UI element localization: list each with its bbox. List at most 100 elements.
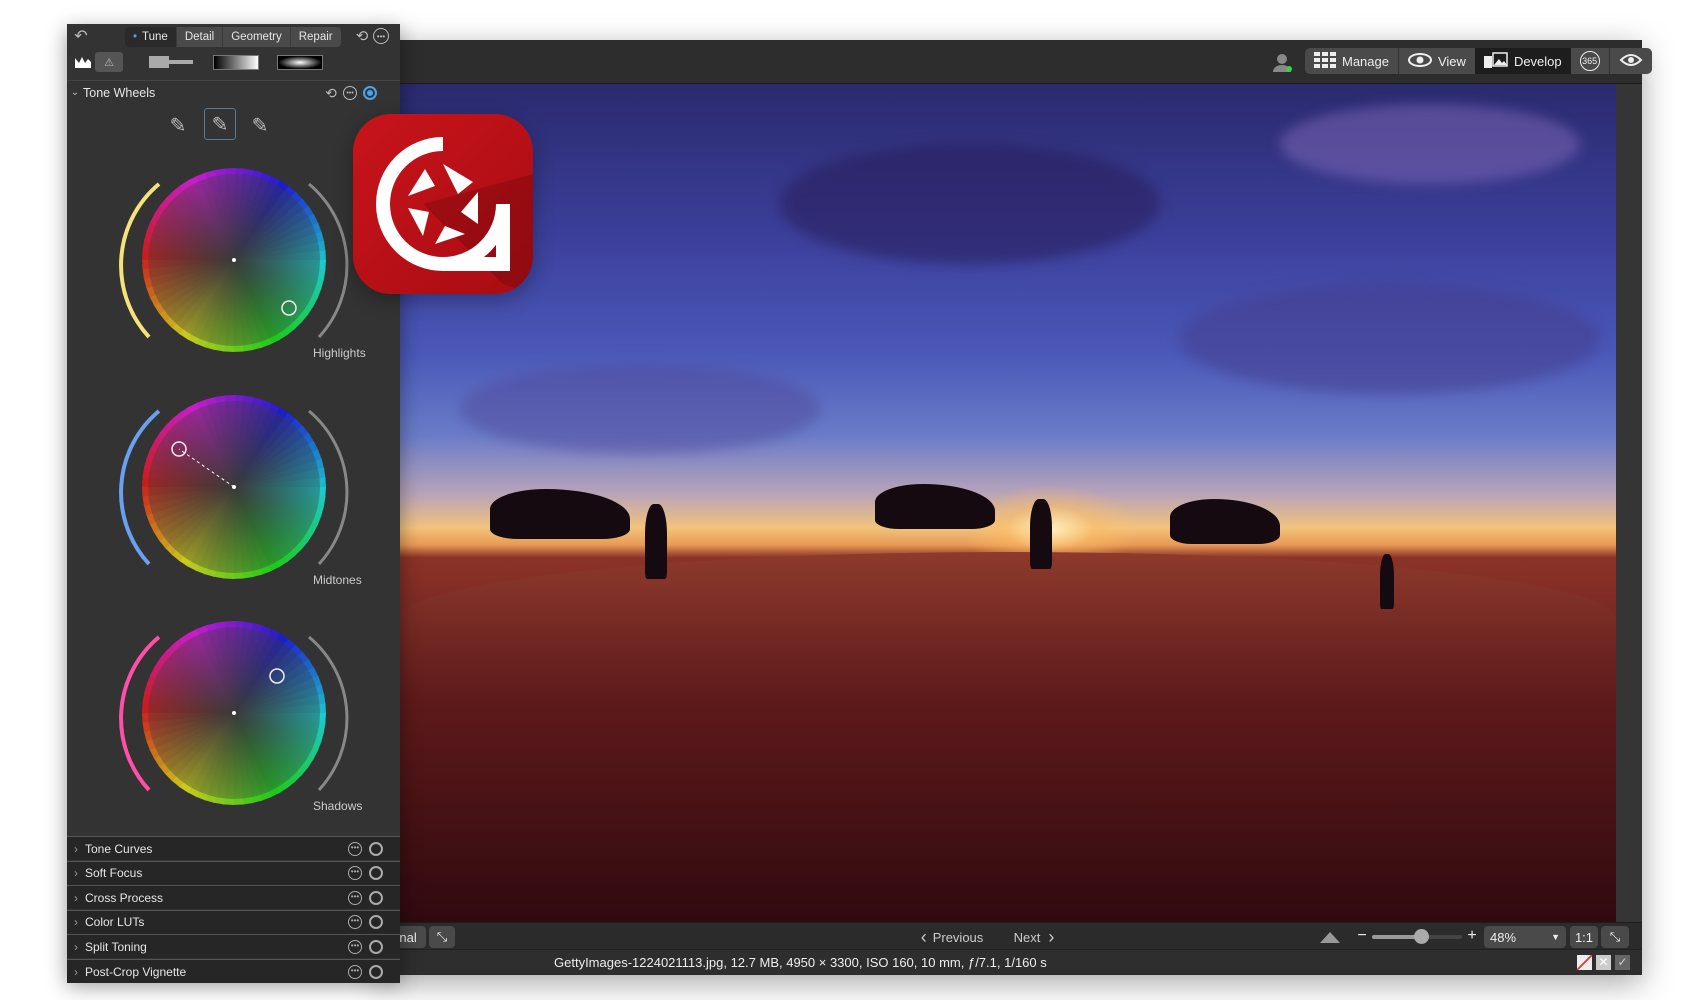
section-label: Split Toning	[85, 939, 147, 954]
enable-toggle-icon[interactable]	[369, 915, 383, 930]
file-info: GettyImages-1224021113.jpg, 12.7 MB, 495…	[554, 955, 1047, 970]
brush-icon[interactable]	[149, 54, 193, 70]
fit-toggle-button[interactable]: ⤡	[429, 926, 455, 948]
reset-icon[interactable]: ⟲	[353, 27, 371, 45]
section-label: Tone Curves	[85, 841, 153, 856]
zoom-slider[interactable]	[1372, 929, 1462, 944]
sand-dune	[400, 552, 1616, 922]
zoom-in-button[interactable]: +	[1466, 926, 1478, 946]
tab-repair[interactable]: Repair	[291, 27, 341, 47]
highlights-label: Highlights	[313, 346, 366, 360]
histogram-toggle-icon[interactable]	[1320, 929, 1340, 945]
enable-toggle-icon[interactable]	[369, 841, 383, 856]
next-button[interactable]: Next ›	[1002, 926, 1066, 948]
photos-365-button[interactable]: 365	[1571, 48, 1609, 74]
dropdown-arrow-icon: ▼	[1551, 932, 1560, 942]
top-toolbar: Manage View Develop 365	[380, 40, 1652, 84]
more-options-icon[interactable]: •••	[348, 866, 362, 881]
eye-icon	[1407, 52, 1432, 70]
tone-wheels-header[interactable]: ⌄ Tone Wheels ⟲ •••	[67, 80, 400, 104]
develop-tabs: • Tune Detail Geometry Repair	[125, 27, 341, 47]
vertical-scrollbar[interactable]	[1616, 84, 1642, 922]
section-post-crop-vignette[interactable]: › Post-Crop Vignette •••	[67, 959, 400, 983]
section-tone-curves[interactable]: › Tone Curves •••	[67, 836, 400, 860]
tone-wheels[interactable]	[67, 134, 400, 824]
photo-canvas[interactable]	[400, 84, 1616, 922]
chevron-right-icon: ›	[74, 890, 78, 905]
chevron-right-icon: ›	[74, 866, 78, 881]
enable-toggle-icon[interactable]	[363, 86, 377, 100]
histogram-icon[interactable]	[73, 54, 93, 70]
adjustments-panel: ↶ • Tune Detail Geometry Repair ⟲ ••• ⚠ ⌄…	[67, 24, 400, 983]
camel-silhouette	[490, 489, 630, 539]
color-wheel-midtones[interactable]	[119, 395, 349, 579]
enable-toggle-icon[interactable]	[369, 866, 383, 881]
chevron-right-icon: ›	[74, 939, 78, 954]
section-color-luts[interactable]: › Color LUTs •••	[67, 909, 400, 934]
main-window: Manage View Develop 365 ginal ⤡ ‹ Previou…	[380, 40, 1652, 975]
camel-silhouette	[1170, 499, 1280, 544]
chevron-right-icon: ›	[74, 915, 78, 930]
chevron-left-icon: ‹	[920, 926, 927, 947]
more-options-icon[interactable]: •••	[348, 964, 362, 979]
chevron-right-icon: ›	[1048, 926, 1055, 947]
section-split-toning[interactable]: › Split Toning •••	[67, 934, 400, 959]
pick-icon[interactable]: ✓	[1615, 955, 1630, 970]
grid-icon	[1314, 51, 1336, 71]
section-label: Soft Focus	[85, 866, 143, 881]
cloud	[1180, 284, 1600, 394]
midtones-label: Midtones	[313, 573, 362, 587]
zoom-level-select[interactable]: 48% ▼	[1484, 926, 1566, 948]
more-options-icon[interactable]: •••	[348, 890, 362, 905]
fullscreen-button[interactable]: ⤡	[1601, 926, 1629, 948]
color-wheel-highlights[interactable]	[119, 168, 349, 352]
mode-switcher: Manage View Develop 365	[1305, 48, 1652, 74]
reject-icon[interactable]: ✕	[1596, 955, 1611, 970]
shadows-label: Shadows	[313, 799, 363, 813]
navigation-bar: ginal ⤡ ‹ Previous Next › − + 48% ▼ 1:1 ⤡	[380, 922, 1642, 949]
color-wheel-shadows[interactable]	[119, 621, 349, 805]
radial-gradient-icon[interactable]	[277, 55, 323, 70]
tab-geometry[interactable]: Geometry	[223, 27, 291, 47]
section-label: Post-Crop Vignette	[85, 964, 187, 979]
app-logo	[353, 114, 533, 294]
section-cross-process[interactable]: › Cross Process •••	[67, 885, 400, 910]
develop-icon	[1483, 51, 1508, 71]
more-options-icon[interactable]: •••	[348, 939, 362, 954]
previous-button[interactable]: ‹ Previous	[912, 926, 992, 948]
enable-toggle-icon[interactable]	[369, 964, 383, 979]
sync-view-button[interactable]	[1608, 48, 1652, 74]
develop-button[interactable]: Develop	[1474, 48, 1571, 74]
expand-icon: ⤡	[436, 929, 448, 944]
section-label: Cross Process	[85, 890, 164, 905]
chevron-down-icon: ⌄	[70, 87, 80, 98]
view-button[interactable]: View	[1397, 48, 1475, 74]
tab-detail[interactable]: Detail	[177, 27, 224, 47]
zoom-slider-thumb[interactable]	[1414, 929, 1429, 944]
chevron-right-icon: ›	[74, 964, 78, 979]
clipping-warning-icon[interactable]: ⚠	[95, 52, 123, 72]
wheel-center	[232, 711, 236, 715]
enable-toggle-icon[interactable]	[369, 939, 383, 954]
enable-toggle-icon[interactable]	[369, 890, 383, 905]
zoom-out-button[interactable]: −	[1356, 926, 1368, 946]
manage-button[interactable]: Manage	[1305, 48, 1398, 74]
user-account-icon[interactable]	[1270, 50, 1294, 74]
more-options-icon[interactable]: •••	[343, 86, 357, 100]
eye-sync-icon	[1619, 52, 1643, 71]
wheel-center	[232, 258, 236, 262]
tab-tune[interactable]: • Tune	[125, 27, 177, 47]
no-flag-icon[interactable]	[1577, 955, 1592, 970]
chevron-right-icon: ›	[74, 841, 78, 856]
section-soft-focus[interactable]: › Soft Focus •••	[67, 860, 400, 885]
person-silhouette	[1030, 499, 1052, 569]
more-options-icon[interactable]: •••	[348, 841, 362, 856]
person-silhouette	[1380, 554, 1394, 609]
more-options-icon[interactable]: •••	[348, 915, 362, 930]
linear-gradient-icon[interactable]	[213, 55, 259, 70]
camel-silhouette	[875, 484, 995, 529]
reset-icon[interactable]: ⟲	[323, 85, 339, 101]
more-options-icon[interactable]: •••	[373, 28, 389, 44]
actual-size-button[interactable]: 1:1	[1570, 926, 1598, 948]
undo-icon[interactable]: ↶	[71, 26, 91, 46]
